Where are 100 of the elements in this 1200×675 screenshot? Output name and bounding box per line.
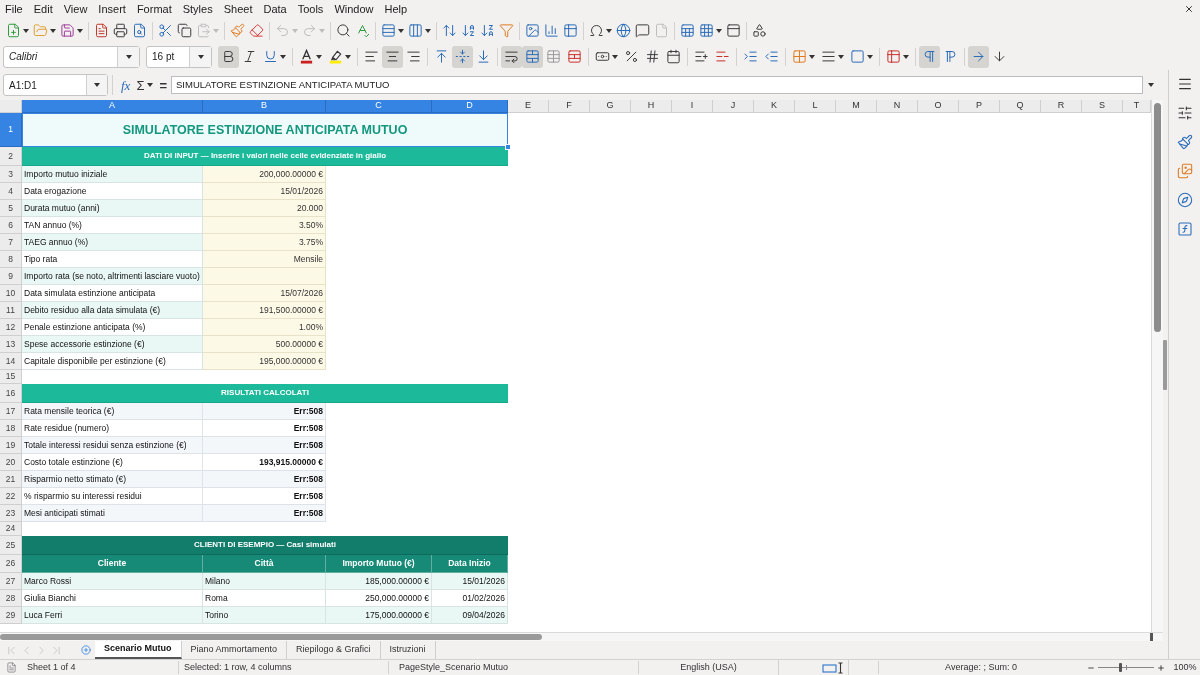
menu-item[interactable]: Sheet (223, 0, 253, 18)
images-icon[interactable] (1176, 163, 1193, 179)
table-cell: 3.50% (203, 217, 326, 234)
row-header[interactable]: 13 (0, 336, 22, 353)
sliders-icon[interactable] (1176, 105, 1193, 121)
menu-item[interactable]: Styles (182, 0, 213, 18)
zoom-in-icon[interactable] (1157, 663, 1165, 672)
row-header[interactable]: 12 (0, 319, 22, 336)
row-header[interactable]: 4 (0, 183, 22, 200)
font-size-field[interactable]: 16 pt (146, 45, 212, 68)
menu-item[interactable]: Edit (33, 0, 53, 18)
sheet-tab[interactable]: Scenario Mutuo (95, 641, 182, 659)
function-wizard-button[interactable]: fx (121, 78, 131, 92)
row-header[interactable]: 6 (0, 217, 22, 234)
merge-center-button[interactable] (522, 45, 543, 68)
column-header[interactable]: K (754, 100, 795, 113)
row-header[interactable]: 3 (0, 166, 22, 183)
section-header: RISULTATI CALCOLATI (22, 384, 508, 403)
row-header[interactable]: 19 (0, 437, 22, 454)
font-name-field[interactable]: Calibri (3, 45, 140, 68)
paintbrush-icon[interactable] (1176, 134, 1193, 150)
row-header[interactable]: 14 (0, 353, 22, 370)
column-header[interactable]: J (713, 100, 754, 113)
column-header[interactable]: Q (1000, 100, 1041, 113)
sum-button[interactable]: Σ (136, 78, 145, 92)
row-header[interactable]: 2 (0, 147, 22, 166)
selection-handle-icon[interactable] (505, 144, 511, 150)
row-header[interactable]: 11 (0, 302, 22, 319)
column-header[interactable]: G (590, 100, 631, 113)
function-icon[interactable] (1176, 221, 1193, 237)
row-header[interactable]: 1 (0, 113, 22, 147)
new-file-icon (6, 23, 21, 38)
splitter-handle[interactable] (1150, 633, 1153, 641)
plus-circle-icon[interactable] (81, 645, 91, 655)
column-header[interactable]: M (836, 100, 877, 113)
menu-item[interactable]: Insert (98, 0, 126, 18)
column-header[interactable]: C (326, 100, 432, 113)
menu-icon[interactable] (1176, 76, 1193, 92)
menu-item[interactable]: Window (334, 0, 374, 18)
column-header[interactable]: I (672, 100, 713, 113)
column-header[interactable]: N (877, 100, 918, 113)
row-header[interactable]: 25 (0, 536, 22, 555)
column-header[interactable]: F (549, 100, 590, 113)
menu-item[interactable]: Data (263, 0, 287, 18)
row-header[interactable]: 27 (0, 573, 22, 590)
menu-item[interactable]: File (5, 0, 23, 18)
row-header[interactable]: 24 (0, 522, 22, 536)
bold-button[interactable] (218, 45, 239, 68)
column-header[interactable]: A (22, 100, 203, 113)
highlighter-icon (328, 49, 343, 64)
column-header[interactable]: D (432, 100, 508, 113)
formula-button[interactable]: = (159, 78, 168, 92)
row-header[interactable]: 16 (0, 384, 22, 403)
scrollbar-thumb[interactable] (0, 634, 542, 640)
column-header[interactable]: O (918, 100, 959, 113)
column-header[interactable]: T (1123, 100, 1151, 113)
row-header[interactable]: 5 (0, 200, 22, 217)
compass-icon[interactable] (1176, 192, 1193, 208)
wrap-text-button[interactable] (501, 45, 522, 68)
menu-item[interactable]: View (63, 0, 88, 18)
row-header[interactable]: 21 (0, 471, 22, 488)
column-header[interactable]: P (959, 100, 1000, 113)
column-header[interactable]: L (795, 100, 836, 113)
document-icon (5, 662, 17, 673)
close-icon[interactable] (1184, 4, 1194, 14)
row-header[interactable]: 23 (0, 505, 22, 522)
slider-thumb[interactable] (1118, 663, 1122, 672)
name-box[interactable]: A1:D1 (3, 74, 108, 96)
row-header[interactable]: 7 (0, 234, 22, 251)
caret-icon (612, 54, 618, 59)
formula-input[interactable]: SIMULATORE ESTINZIONE ANTICIPATA MUTUO (171, 76, 1144, 94)
menu-item[interactable]: Help (384, 0, 408, 18)
align-center-button[interactable] (382, 45, 403, 68)
column-header[interactable]: E (508, 100, 549, 113)
selection-mode-icon[interactable] (822, 661, 844, 674)
column-header[interactable]: S (1082, 100, 1123, 113)
row-header[interactable]: 15 (0, 370, 22, 384)
text-horizontal-button[interactable] (968, 45, 989, 68)
row-header[interactable]: 10 (0, 285, 22, 302)
column-header[interactable]: B (203, 100, 326, 113)
row-header[interactable]: 8 (0, 251, 22, 268)
column-header[interactable]: H (631, 100, 672, 113)
menu-item[interactable]: Format (136, 0, 172, 18)
row-header[interactable]: 26 (0, 555, 22, 573)
row-header[interactable]: 29 (0, 607, 22, 624)
zoom-slider[interactable] (1098, 663, 1154, 672)
scrollbar-thumb[interactable] (1154, 103, 1161, 332)
sidebar-handle[interactable] (1163, 340, 1167, 390)
row-header[interactable]: 28 (0, 590, 22, 607)
row-header[interactable]: 20 (0, 454, 22, 471)
menu-item[interactable]: Tools (297, 0, 324, 18)
column-header[interactable]: R (1041, 100, 1082, 113)
row-header[interactable]: 22 (0, 488, 22, 505)
align-middle-button[interactable] (452, 45, 473, 68)
row-header[interactable]: 18 (0, 420, 22, 437)
row-header[interactable]: 9 (0, 268, 22, 285)
left-to-right-button[interactable] (919, 45, 940, 68)
selection-summary: Average: ; Sum: 0 (878, 660, 1083, 675)
row-header[interactable]: 17 (0, 403, 22, 420)
align-center-icon (385, 49, 400, 64)
